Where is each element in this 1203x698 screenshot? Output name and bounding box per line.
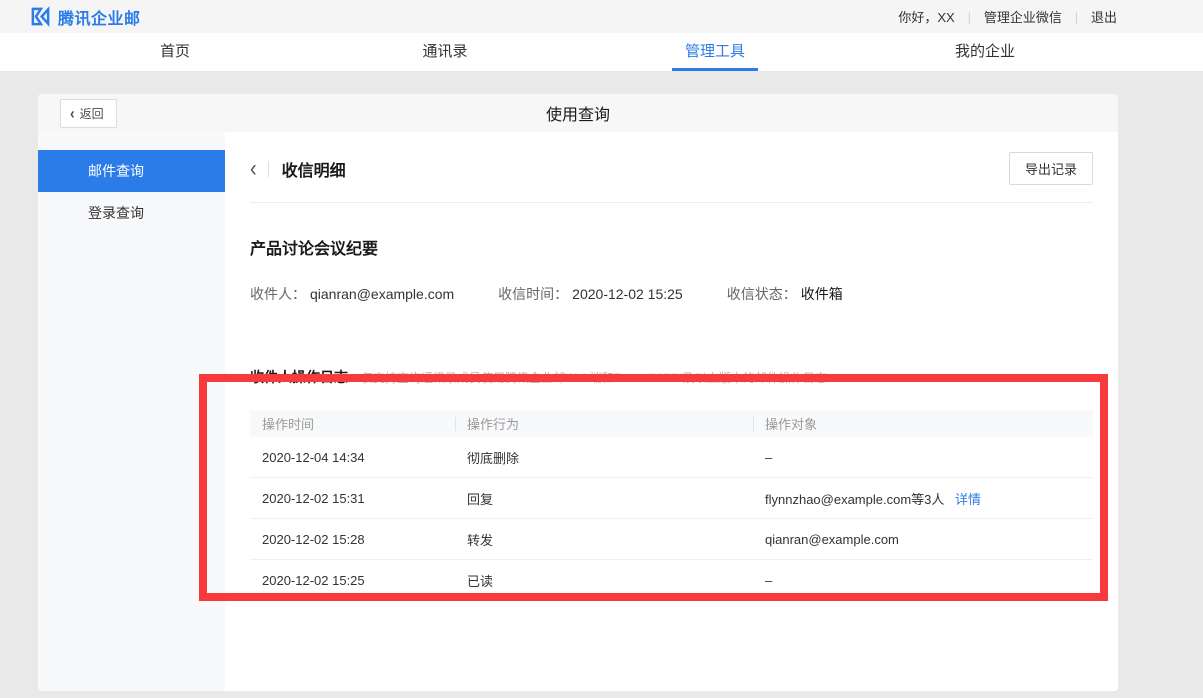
- divider: |: [1075, 10, 1078, 24]
- tab-contacts[interactable]: 通讯录: [310, 33, 580, 71]
- back-chevron-icon[interactable]: ‹: [250, 157, 257, 181]
- chevron-left-icon: ‹: [70, 105, 75, 121]
- cell-time: 2020-12-02 15:25: [250, 573, 455, 588]
- app-logo[interactable]: 腾讯企业邮: [30, 5, 141, 29]
- operation-log-table: 操作时间 操作行为 操作对象 2020-12-04 14:34 彻底删除 – 2…: [250, 410, 1093, 601]
- sidebar-item-login-query[interactable]: 登录查询: [38, 192, 225, 234]
- cell-action: 回复: [455, 489, 753, 508]
- main-content: ‹ 收信明细 导出记录 产品讨论会议纪要 收件人： qianran@exampl…: [225, 132, 1118, 691]
- user-greeting: 你好，XX: [898, 7, 954, 26]
- sidebar: 邮件查询 登录查询: [38, 132, 225, 691]
- usage-query-panel: ‹ 返回 使用查询 邮件查询 登录查询 ‹ 收信明细 导出记录 产品讨论会议纪要: [38, 94, 1118, 691]
- export-records-button[interactable]: 导出记录: [1009, 152, 1093, 185]
- topbar-right: 你好，XX | 管理企业微信 | 退出: [898, 7, 1117, 26]
- topbar: 腾讯企业邮 你好，XX | 管理企业微信 | 退出: [0, 0, 1203, 33]
- divider: [268, 161, 269, 177]
- back-button[interactable]: ‹ 返回: [60, 99, 117, 128]
- tab-home[interactable]: 首页: [40, 33, 310, 71]
- receive-time-value: 2020-12-02 15:25: [572, 286, 683, 302]
- tab-admin-tools[interactable]: 管理工具: [580, 33, 850, 71]
- manage-wecom-link[interactable]: 管理企业微信: [984, 7, 1062, 26]
- main-nav: 首页 通讯录 管理工具 我的企业: [0, 33, 1203, 72]
- detail-title: 收信明细: [282, 157, 346, 181]
- mail-meta: 收件人： qianran@example.com 收信时间： 2020-12-0…: [250, 284, 1093, 304]
- cell-action: 已读: [455, 571, 753, 590]
- panel-header: ‹ 返回 使用查询: [38, 94, 1118, 132]
- cell-target: –: [753, 573, 1093, 588]
- mail-subject: 产品讨论会议纪要: [250, 235, 1093, 259]
- table-row: 2020-12-02 15:25 已读 –: [250, 560, 1093, 601]
- app-title: 腾讯企业邮: [58, 5, 141, 29]
- detail-link[interactable]: 详情: [955, 492, 981, 507]
- cell-action: 转发: [455, 530, 753, 549]
- page-title: 使用查询: [38, 101, 1118, 125]
- table-row: 2020-12-04 14:34 彻底删除 –: [250, 437, 1093, 478]
- cell-time: 2020-12-02 15:28: [250, 532, 455, 547]
- receive-status-value: 收件箱: [801, 284, 843, 304]
- exmail-logo-icon: [30, 6, 51, 27]
- cell-time: 2020-12-04 14:34: [250, 450, 455, 465]
- receive-time-label: 收信时间：: [498, 284, 568, 304]
- column-header-time: 操作时间: [250, 414, 455, 433]
- tab-my-company[interactable]: 我的企业: [850, 33, 1120, 71]
- logout-link[interactable]: 退出: [1091, 7, 1117, 26]
- cell-target: –: [753, 450, 1093, 465]
- table-row: 2020-12-02 15:28 转发 qianran@example.com: [250, 519, 1093, 560]
- receive-status-label: 收信状态：: [727, 284, 797, 304]
- column-header-target: 操作对象: [753, 414, 1093, 433]
- cell-time: 2020-12-02 15:31: [250, 491, 455, 506]
- cell-action: 彻底删除: [455, 448, 753, 467]
- operation-log-title: 收件人操作日志: [250, 367, 348, 387]
- table-row: 2020-12-02 15:31 回复 flynnzhao@example.co…: [250, 478, 1093, 519]
- sidebar-item-mail-query[interactable]: 邮件查询: [38, 150, 225, 192]
- cell-target: qianran@example.com: [753, 532, 1093, 547]
- recipient-value: qianran@example.com: [310, 286, 454, 302]
- divider: [250, 202, 1093, 203]
- table-header: 操作时间 操作行为 操作对象: [250, 410, 1093, 437]
- operation-log-note: 仅支持查询通讯录成员使用腾讯企业邮Web端和Foxmail XXX及以上版本的邮…: [361, 369, 827, 386]
- recipient-label: 收件人：: [250, 284, 306, 304]
- column-header-action: 操作行为: [455, 414, 753, 433]
- cell-target: flynnzhao@example.com等3人 详情: [753, 489, 1093, 508]
- divider: |: [968, 10, 971, 24]
